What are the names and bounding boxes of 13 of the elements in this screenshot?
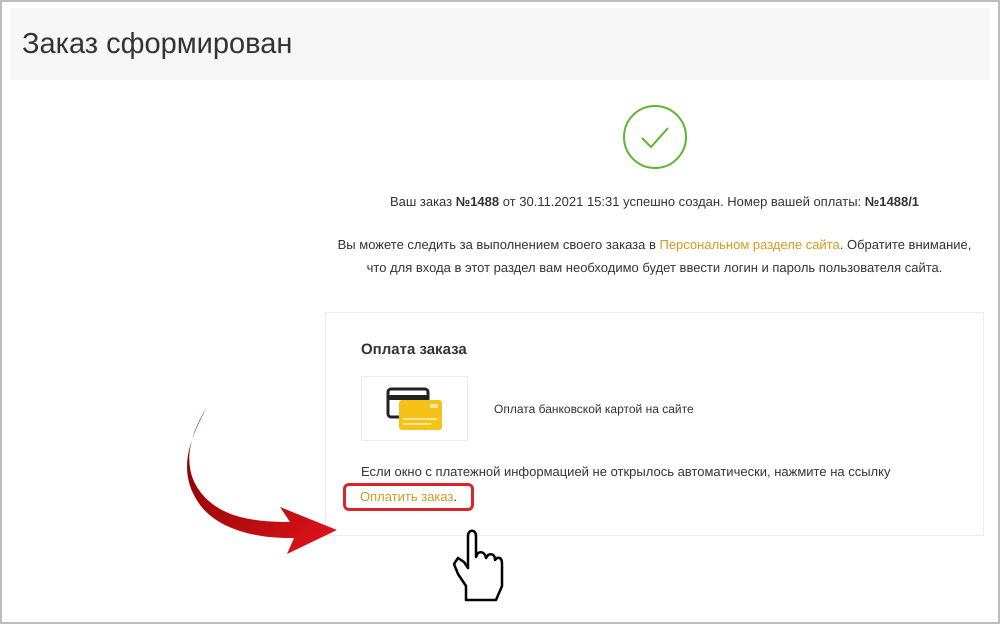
- personal-section-link[interactable]: Персональном разделе сайта: [659, 237, 840, 252]
- payment-method-label: Оплата банковской картой на сайте: [494, 402, 694, 416]
- pay-order-link[interactable]: Оплатить заказ: [360, 489, 454, 504]
- payment-method-tile[interactable]: [361, 376, 468, 441]
- payment-hint-text: Если окно с платежной информацией не открылось автоматически, нажмите на ссылку: [361, 464, 890, 479]
- link-period: .: [453, 489, 458, 504]
- check-circle-icon: [622, 104, 688, 170]
- page-title: Заказ сформирован: [22, 28, 292, 60]
- payment-title: Оплата заказа: [361, 341, 468, 358]
- hand-cursor-icon: [452, 530, 504, 602]
- bank-card-icon: [386, 386, 444, 430]
- order-confirmation-text: Ваш заказ №1488 от 30.11.2021 15:31 успешно создан. Номер вашей оплаты: №1488/1: [388, 193, 920, 211]
- info-paragraph: Вы можете следить за выполнением своего заказа в Персональном разделе сайта. Обратите внимание, что для входа в этот раздел вам необходимо будет ввести логин и пароль пользователя сайта.: [336, 236, 972, 277]
